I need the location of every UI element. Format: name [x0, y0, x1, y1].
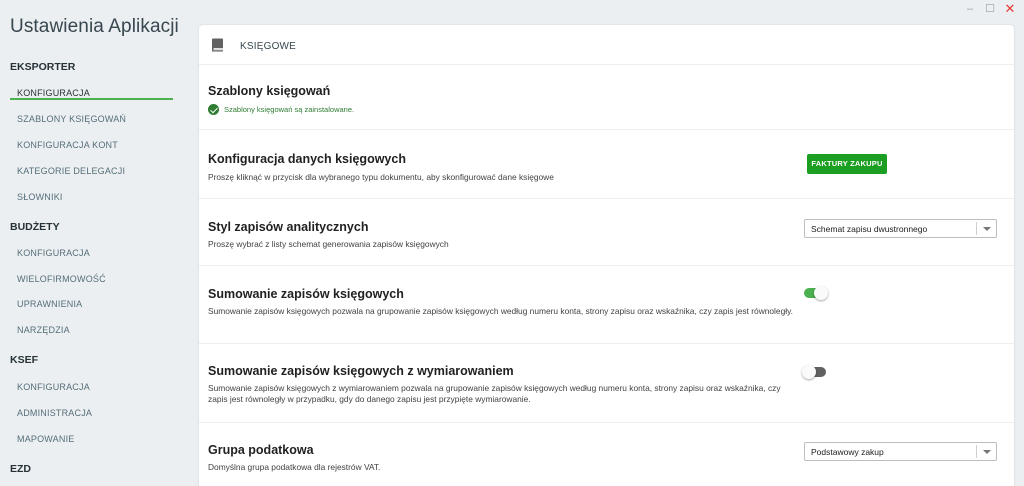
sumowanie-toggle[interactable]	[804, 286, 828, 300]
grupa-podatkowa-select[interactable]: Podstawowy zakup	[804, 442, 997, 461]
sidebar-item-eksporter-konfiguracja[interactable]: KONFIGURACJA	[17, 88, 90, 98]
book-icon	[212, 38, 223, 52]
row-szablony: Szablony księgowań	[199, 66, 1014, 130]
status-message: Szablony księgowań są zainstalowane.	[208, 104, 354, 115]
select-value: Schemat zapisu dwustronnego	[811, 224, 928, 234]
toggle-knob	[814, 286, 828, 300]
sidebar-item-administracja[interactable]: ADMINISTRACJA	[17, 408, 92, 418]
close-button[interactable]: ✕	[1002, 2, 1018, 16]
row-title: Konfiguracja danych księgowych	[208, 152, 406, 166]
sidebar: Ustawienia Aplikacji EKSPORTER KONFIGURA…	[0, 0, 190, 486]
settings-card: KSIĘGOWE Szablony księgowań Szablony ksi…	[199, 25, 1014, 486]
section-ksef: KSEF	[10, 354, 39, 366]
card-title: KSIĘGOWE	[240, 41, 297, 52]
active-indicator	[10, 98, 173, 100]
select-value: Podstawowy zakup	[811, 447, 884, 457]
toggle-knob	[802, 365, 816, 379]
row-description: Domyślna grupa podatkowa dla rejestrów V…	[208, 462, 381, 472]
chevron-down-icon	[983, 450, 991, 454]
section-eksporter: EKSPORTER	[10, 61, 76, 73]
row-description: Sumowanie zapisów księgowych pozwala na …	[208, 306, 793, 316]
sidebar-item-wielofirmowosc[interactable]: WIELOFIRMOWOŚĆ	[17, 274, 106, 284]
sidebar-item-narzedzia[interactable]: NARZĘDZIA	[17, 325, 70, 335]
sidebar-item-szablony-ksiegowan[interactable]: SZABLONY KSIĘGOWAŃ	[17, 114, 126, 124]
app-title: Ustawienia Aplikacji	[10, 16, 179, 37]
row-title: Styl zapisów analitycznych	[208, 220, 369, 234]
row-description: Sumowanie zapisów księgowych z wymiarowa…	[208, 383, 781, 404]
row-title: Grupa podatkowa	[208, 443, 314, 457]
row-description: Proszę kliknąć w przycisk dla wybranego …	[208, 172, 554, 182]
sidebar-item-ksef-konfiguracja[interactable]: KONFIGURACJA	[17, 382, 90, 392]
card-header: KSIĘGOWE	[199, 25, 1014, 65]
row-sumowanie-wymiarowanie: Sumowanie zapisów księgowych z wymiarowa…	[199, 345, 1014, 423]
sumowanie-wymiarowanie-toggle[interactable]	[802, 365, 826, 379]
row-title: Szablony księgowań	[208, 84, 331, 98]
row-description: Proszę wybrać z listy schemat generowani…	[208, 239, 449, 249]
chevron-down-icon	[983, 227, 991, 231]
schemat-select[interactable]: Schemat zapisu dwustronnego	[804, 219, 997, 238]
section-ezd: EZD	[10, 463, 31, 475]
status-text: Szablony księgowań są zainstalowane.	[224, 105, 355, 114]
row-konfiguracja-danych: Konfiguracja danych księgowych Proszę kl…	[199, 131, 1014, 199]
sidebar-item-uprawnienia[interactable]: UPRAWNIENIA	[17, 299, 82, 309]
select-divider	[976, 222, 977, 235]
sidebar-item-kategorie-delegacji[interactable]: KATEGORIE DELEGACJI	[17, 166, 125, 176]
row-title: Sumowanie zapisów księgowych z wymiarowa…	[208, 364, 514, 378]
sidebar-item-budzety-konfiguracja[interactable]: KONFIGURACJA	[17, 248, 90, 258]
sidebar-item-mapowanie[interactable]: MAPOWANIE	[17, 434, 74, 444]
window-controls: – ☐ ✕	[962, 2, 1018, 16]
check-circle-icon	[208, 104, 219, 115]
sidebar-item-slowniki[interactable]: SŁOWNIKI	[17, 192, 63, 202]
minimize-button[interactable]: –	[962, 2, 978, 16]
select-divider	[976, 445, 977, 458]
faktury-zakupu-button[interactable]: FAKTURY ZAKUPU	[807, 154, 887, 174]
row-sumowanie: Sumowanie zapisów księgowych Sumowanie z…	[199, 267, 1014, 344]
row-title: Sumowanie zapisów księgowych	[208, 287, 404, 301]
section-budzety: BUDŻETY	[10, 221, 60, 233]
sidebar-item-konfiguracja-kont[interactable]: KONFIGURACJA KONT	[17, 140, 118, 150]
maximize-button[interactable]: ☐	[982, 2, 998, 16]
